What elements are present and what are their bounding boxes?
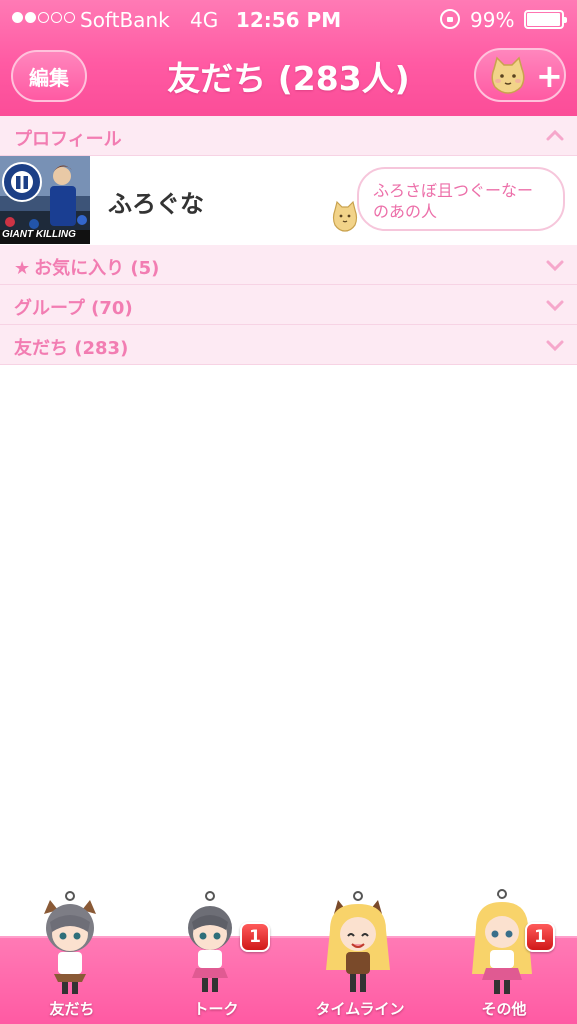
section-favorites[interactable]: ★ お気に入り (5) [0,245,577,285]
chevron-down-icon [546,300,564,312]
app-header: SoftBank 4G 12:56 PM 99% 編集 友だち (283人) + [0,0,577,116]
battery-percentage: 99% [470,8,515,32]
tab-timeline-label: タイムライン [315,1000,405,1018]
chevron-up-icon [546,129,564,141]
rotation-lock-icon [440,9,460,29]
section-friends[interactable]: 友だち (283) [0,325,577,365]
tab-other-label: その他 [481,1000,527,1018]
tab-friends-label: 友だち [49,1000,95,1018]
chevron-down-icon [546,340,564,352]
character-icon [44,891,96,994]
cat-face-icon [491,56,525,94]
section-favorites-label: お気に入り (5) [34,258,160,279]
tab-talk-label: トーク [193,1000,239,1018]
plus-icon: + [536,57,563,95]
other-notification-badge: 1 [525,922,555,952]
chevron-down-icon [546,260,564,272]
avatar[interactable]: GIANT KILLING [0,156,90,244]
edit-button[interactable]: 編集 [11,50,87,102]
status-message-line2: のあの人 [373,202,438,221]
talk-unread-badge: 1 [240,922,270,952]
page-title: 友だち (283人) [167,59,410,98]
section-profile[interactable]: プロフィール [0,116,577,156]
profile-name: ふろぐな [108,190,204,218]
section-groups[interactable]: グループ (70) [0,285,577,325]
cat-icon [332,200,358,232]
avatar-caption: GIANT KILLING [2,229,76,240]
section-friends-label: 友だち (283) [14,338,129,359]
status-message-bubble[interactable]: ふろさぼ且つぐーなー のあの人 [357,167,565,231]
section-profile-label: プロフィール [14,129,122,150]
battery-icon [524,10,567,29]
status-message-line1: ふろさぼ且つぐーなー [373,181,534,200]
section-groups-label: グループ (70) [14,298,133,319]
status-bar: SoftBank 4G 12:56 PM 99% [0,0,577,38]
star-icon: ★ [14,258,31,279]
add-friend-button[interactable]: + [474,48,566,102]
character-icon [326,891,390,992]
section-favorites-label-wrap: ★ お気に入り (5) [14,254,159,280]
